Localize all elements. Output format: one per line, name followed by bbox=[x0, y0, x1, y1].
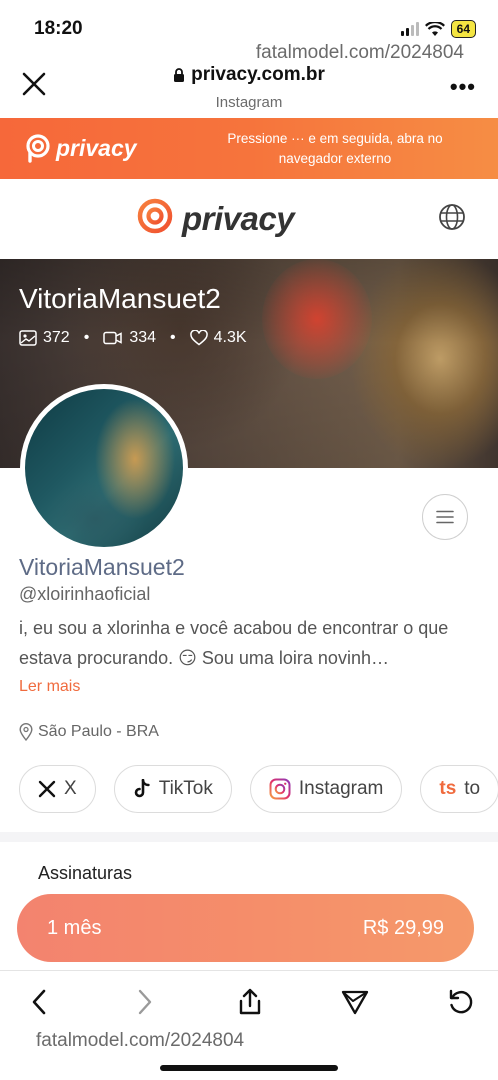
language-button[interactable] bbox=[438, 203, 466, 236]
more-options-button[interactable]: ••• bbox=[450, 74, 476, 100]
location-pin-icon bbox=[19, 723, 33, 741]
reload-button[interactable] bbox=[446, 987, 476, 1017]
hamburger-icon bbox=[436, 510, 454, 524]
site-logo[interactable]: privacy bbox=[134, 197, 295, 241]
photo-count: 372 bbox=[19, 329, 70, 347]
share-icon bbox=[239, 988, 261, 1015]
cover-decoration bbox=[262, 259, 372, 379]
instagram-icon bbox=[269, 778, 291, 800]
reload-icon bbox=[449, 989, 473, 1014]
read-more-link[interactable]: Ler mais bbox=[19, 678, 80, 696]
battery-indicator: 64 bbox=[450, 20, 476, 38]
share-button[interactable] bbox=[235, 987, 265, 1017]
tiktok-icon bbox=[134, 779, 150, 798]
send-button[interactable] bbox=[340, 987, 370, 1017]
browser-header: privacy.com.br Instagram ••• bbox=[0, 56, 498, 118]
profile-bio: i, eu sou a xlorinha e você acabou de en… bbox=[19, 618, 449, 668]
site-logo-text: privacy bbox=[182, 200, 295, 237]
profile-menu-button[interactable] bbox=[422, 494, 468, 540]
avatar-image bbox=[25, 389, 183, 547]
signal-icon bbox=[400, 22, 419, 36]
social-link-tiktok[interactable]: TikTok bbox=[113, 765, 232, 813]
image-icon bbox=[19, 330, 37, 346]
social-link-x[interactable]: X bbox=[19, 765, 96, 813]
chevron-right-icon bbox=[138, 989, 152, 1015]
forward-button[interactable] bbox=[130, 987, 160, 1017]
banner-logo-text: privacy bbox=[56, 134, 137, 161]
subscription-plan-button[interactable]: 1 mês R$ 29,99 bbox=[17, 894, 474, 962]
site-header: privacy bbox=[0, 179, 498, 259]
browser-bottom-nav bbox=[0, 970, 498, 1034]
heart-icon bbox=[189, 330, 208, 346]
url-bar[interactable]: privacy.com.br Instagram bbox=[0, 64, 498, 111]
profile-name: VitoriaMansuet2 bbox=[19, 554, 185, 580]
avatar[interactable] bbox=[20, 384, 188, 552]
privacy-logo-icon bbox=[26, 134, 50, 163]
lock-icon bbox=[174, 67, 185, 82]
profile-location: São Paulo - BRA bbox=[19, 723, 159, 741]
status-time: 18:20 bbox=[34, 18, 83, 39]
subscriptions-title: Assinaturas bbox=[38, 863, 133, 883]
section-divider bbox=[0, 832, 498, 842]
watermark-bottom: fatalmodel.com/2024804 bbox=[36, 1030, 245, 1051]
status-icons: 64 bbox=[400, 20, 476, 38]
social-link-instagram[interactable]: Instagram bbox=[249, 765, 403, 813]
globe-icon bbox=[439, 204, 465, 230]
banner-message: Pressione ··· e em seguida, abra no nave… bbox=[227, 131, 443, 166]
video-icon bbox=[103, 331, 123, 345]
send-icon bbox=[341, 990, 369, 1015]
banner-logo: privacy bbox=[24, 133, 137, 163]
back-button[interactable] bbox=[24, 987, 54, 1017]
home-indicator bbox=[160, 1065, 338, 1071]
like-count: 4.3K bbox=[189, 329, 247, 347]
url-source: Instagram bbox=[215, 93, 283, 111]
plan-price: R$ 29,99 bbox=[362, 916, 444, 939]
x-icon bbox=[38, 780, 56, 798]
separator-dot: • bbox=[170, 329, 176, 346]
ts-icon: ts bbox=[439, 778, 457, 799]
video-count: 334 bbox=[103, 329, 156, 347]
cover-profile-name: VitoriaMansuet2 bbox=[19, 283, 221, 314]
social-link-ts[interactable]: ts to bbox=[420, 765, 498, 813]
location-text: São Paulo - BRA bbox=[38, 723, 159, 740]
separator-dot: • bbox=[83, 329, 90, 346]
plan-period: 1 mês bbox=[47, 916, 102, 939]
open-external-banner[interactable]: privacy Pressione ··· e em seguida, abra… bbox=[0, 118, 498, 179]
cover-stats: 372 • 334 • 4.3K bbox=[19, 329, 247, 347]
chevron-left-icon bbox=[32, 989, 46, 1015]
privacy-logo-icon bbox=[137, 198, 173, 241]
social-links: X TikTok Instagram ts to bbox=[19, 765, 498, 813]
url-text: privacy.com.br bbox=[191, 64, 325, 85]
wifi-icon bbox=[424, 21, 445, 36]
profile-handle: @xloirinhaoficial bbox=[19, 584, 151, 604]
